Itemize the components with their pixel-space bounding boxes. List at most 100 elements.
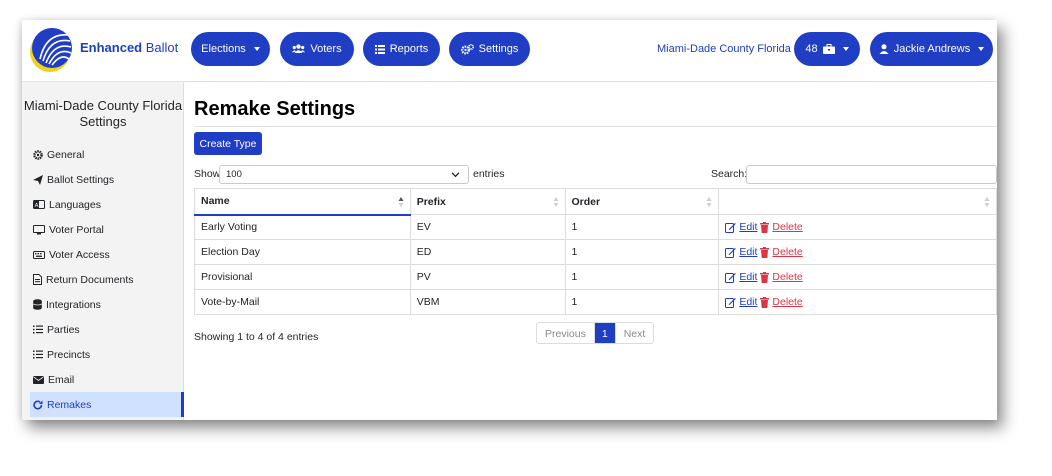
row-actions: Edit Delete xyxy=(725,221,990,233)
delete-link[interactable]: Delete xyxy=(772,271,802,283)
delete-link[interactable]: Delete xyxy=(772,296,802,308)
cell-prefix: ED xyxy=(409,239,566,265)
sidebar-item-label: Email xyxy=(48,373,75,386)
svg-text:A: A xyxy=(35,203,39,209)
edit-icon[interactable] xyxy=(725,297,737,308)
trash-icon[interactable] xyxy=(760,221,770,233)
cell-prefix: VBM xyxy=(409,289,566,315)
entries-per-page-select[interactable]: 100 xyxy=(219,165,469,184)
sidebar-item-parties[interactable]: Parties xyxy=(30,317,184,342)
trash-icon[interactable] xyxy=(760,296,770,308)
cell-actions: Edit Delete xyxy=(718,289,997,315)
pagination-page-current[interactable]: 1 xyxy=(594,323,616,343)
sidebar-title-county: Miami-Dade County Florida xyxy=(23,98,183,113)
remake-types-table: Name Prefix Order Early Voting EV 1 Edit… xyxy=(194,188,997,315)
sort-ascending-icon xyxy=(398,197,404,207)
settings-sidebar: Miami-Dade County Florida Settings Gener… xyxy=(22,82,184,420)
voters-label: Voters xyxy=(310,43,342,55)
brand-name-rest: Ballot xyxy=(145,40,179,55)
top-navbar: Enhanced Ballot Elections Voters Reports xyxy=(22,20,997,82)
cell-prefix: PV xyxy=(409,264,566,290)
row-actions: Edit Delete xyxy=(725,296,990,308)
cell-actions: Edit Delete xyxy=(718,214,997,240)
edit-link[interactable]: Edit xyxy=(739,246,757,258)
sidebar-item-voter-portal[interactable]: Voter Portal xyxy=(30,217,184,242)
cell-order: 1 xyxy=(564,239,720,265)
sidebar-item-integrations[interactable]: Integrations xyxy=(30,292,184,317)
voters-button[interactable]: Voters xyxy=(280,32,354,66)
cell-name: Early Voting xyxy=(194,214,411,240)
paper-plane-icon xyxy=(33,174,43,185)
column-header-actions[interactable] xyxy=(718,188,997,215)
delete-link[interactable]: Delete xyxy=(772,221,802,233)
chevron-down-icon xyxy=(451,172,460,178)
document-icon xyxy=(33,274,42,285)
column-header-order[interactable]: Order xyxy=(564,188,720,215)
settings-button[interactable]: Settings xyxy=(449,32,530,66)
pagination: Previous 1 Next xyxy=(536,322,655,344)
table-row: Early Voting EV 1 Edit Delete xyxy=(194,214,997,240)
cell-name: Election Day xyxy=(194,239,411,265)
caret-down-icon xyxy=(978,47,985,51)
table-info: Showing 1 to 4 of 4 entries xyxy=(194,331,319,343)
sidebar-item-precincts[interactable]: Precincts xyxy=(30,342,184,367)
user-menu-button[interactable]: Jackie Andrews xyxy=(870,32,993,66)
table-row: Election Day ED 1 Edit Delete xyxy=(194,239,997,265)
edit-icon[interactable] xyxy=(725,272,737,283)
sidebar-item-label: Voter Portal xyxy=(49,223,104,236)
cell-prefix: EV xyxy=(409,214,566,240)
sidebar-item-general[interactable]: General xyxy=(30,142,184,167)
sidebar-item-remakes[interactable]: Remakes xyxy=(30,392,184,417)
sidebar-item-return-documents[interactable]: Return Documents xyxy=(30,267,184,292)
list-icon xyxy=(33,350,43,359)
cell-name: Vote-by-Mail xyxy=(194,289,411,315)
table-row: Vote-by-Mail VBM 1 Edit Delete xyxy=(194,289,997,315)
users-icon xyxy=(292,44,306,53)
delete-link[interactable]: Delete xyxy=(772,246,802,258)
edit-icon[interactable] xyxy=(725,247,737,258)
cogs-icon xyxy=(460,43,474,54)
notifications-count: 48 xyxy=(805,43,818,55)
trash-icon[interactable] xyxy=(760,246,770,258)
cell-actions: Edit Delete xyxy=(718,239,997,265)
sort-icon xyxy=(553,197,559,207)
column-header-name[interactable]: Name xyxy=(194,188,411,216)
keyboard-icon xyxy=(33,250,45,259)
row-actions: Edit Delete xyxy=(725,271,990,283)
pagination-next[interactable]: Next xyxy=(616,323,654,343)
cell-order: 1 xyxy=(564,214,720,240)
reports-button[interactable]: Reports xyxy=(363,32,440,66)
trash-icon[interactable] xyxy=(760,271,770,283)
search-input[interactable] xyxy=(746,165,997,184)
column-header-label: Name xyxy=(201,195,230,208)
create-type-button[interactable]: Create Type xyxy=(194,132,262,155)
app-window: Enhanced Ballot Elections Voters Reports xyxy=(22,20,997,420)
pagination-previous[interactable]: Previous xyxy=(537,323,595,343)
sidebar-item-voter-access[interactable]: Voter Access xyxy=(30,242,184,267)
caret-down-icon xyxy=(842,47,849,51)
column-header-prefix[interactable]: Prefix xyxy=(409,188,566,215)
edit-link[interactable]: Edit xyxy=(739,271,757,283)
sidebar-item-label: Return Documents xyxy=(46,273,134,286)
language-icon: A xyxy=(33,200,45,209)
edit-icon[interactable] xyxy=(725,222,737,233)
elections-label: Elections xyxy=(201,43,246,55)
edit-link[interactable]: Edit xyxy=(739,221,757,233)
edit-link[interactable]: Edit xyxy=(739,296,757,308)
sidebar-item-email[interactable]: Email xyxy=(30,367,184,392)
table-header-row: Name Prefix Order xyxy=(194,188,997,216)
notifications-button[interactable]: 48 xyxy=(794,32,860,66)
county-name: Miami-Dade County Florida xyxy=(657,43,791,55)
user-icon xyxy=(879,44,889,54)
title-divider xyxy=(194,126,997,127)
elections-menu-button[interactable]: Elections xyxy=(191,32,270,66)
sidebar-item-label: General xyxy=(47,148,85,161)
sidebar-item-ballot-settings[interactable]: Ballot Settings xyxy=(30,167,184,192)
sidebar-title-settings: Settings xyxy=(79,114,127,129)
sidebar-item-languages[interactable]: A Languages xyxy=(30,192,184,217)
redo-icon xyxy=(33,400,43,409)
sidebar-item-label: Ballot Settings xyxy=(47,173,115,186)
brand-name[interactable]: Enhanced Ballot xyxy=(80,40,178,55)
sort-icon xyxy=(984,197,990,207)
list-icon xyxy=(374,44,385,54)
